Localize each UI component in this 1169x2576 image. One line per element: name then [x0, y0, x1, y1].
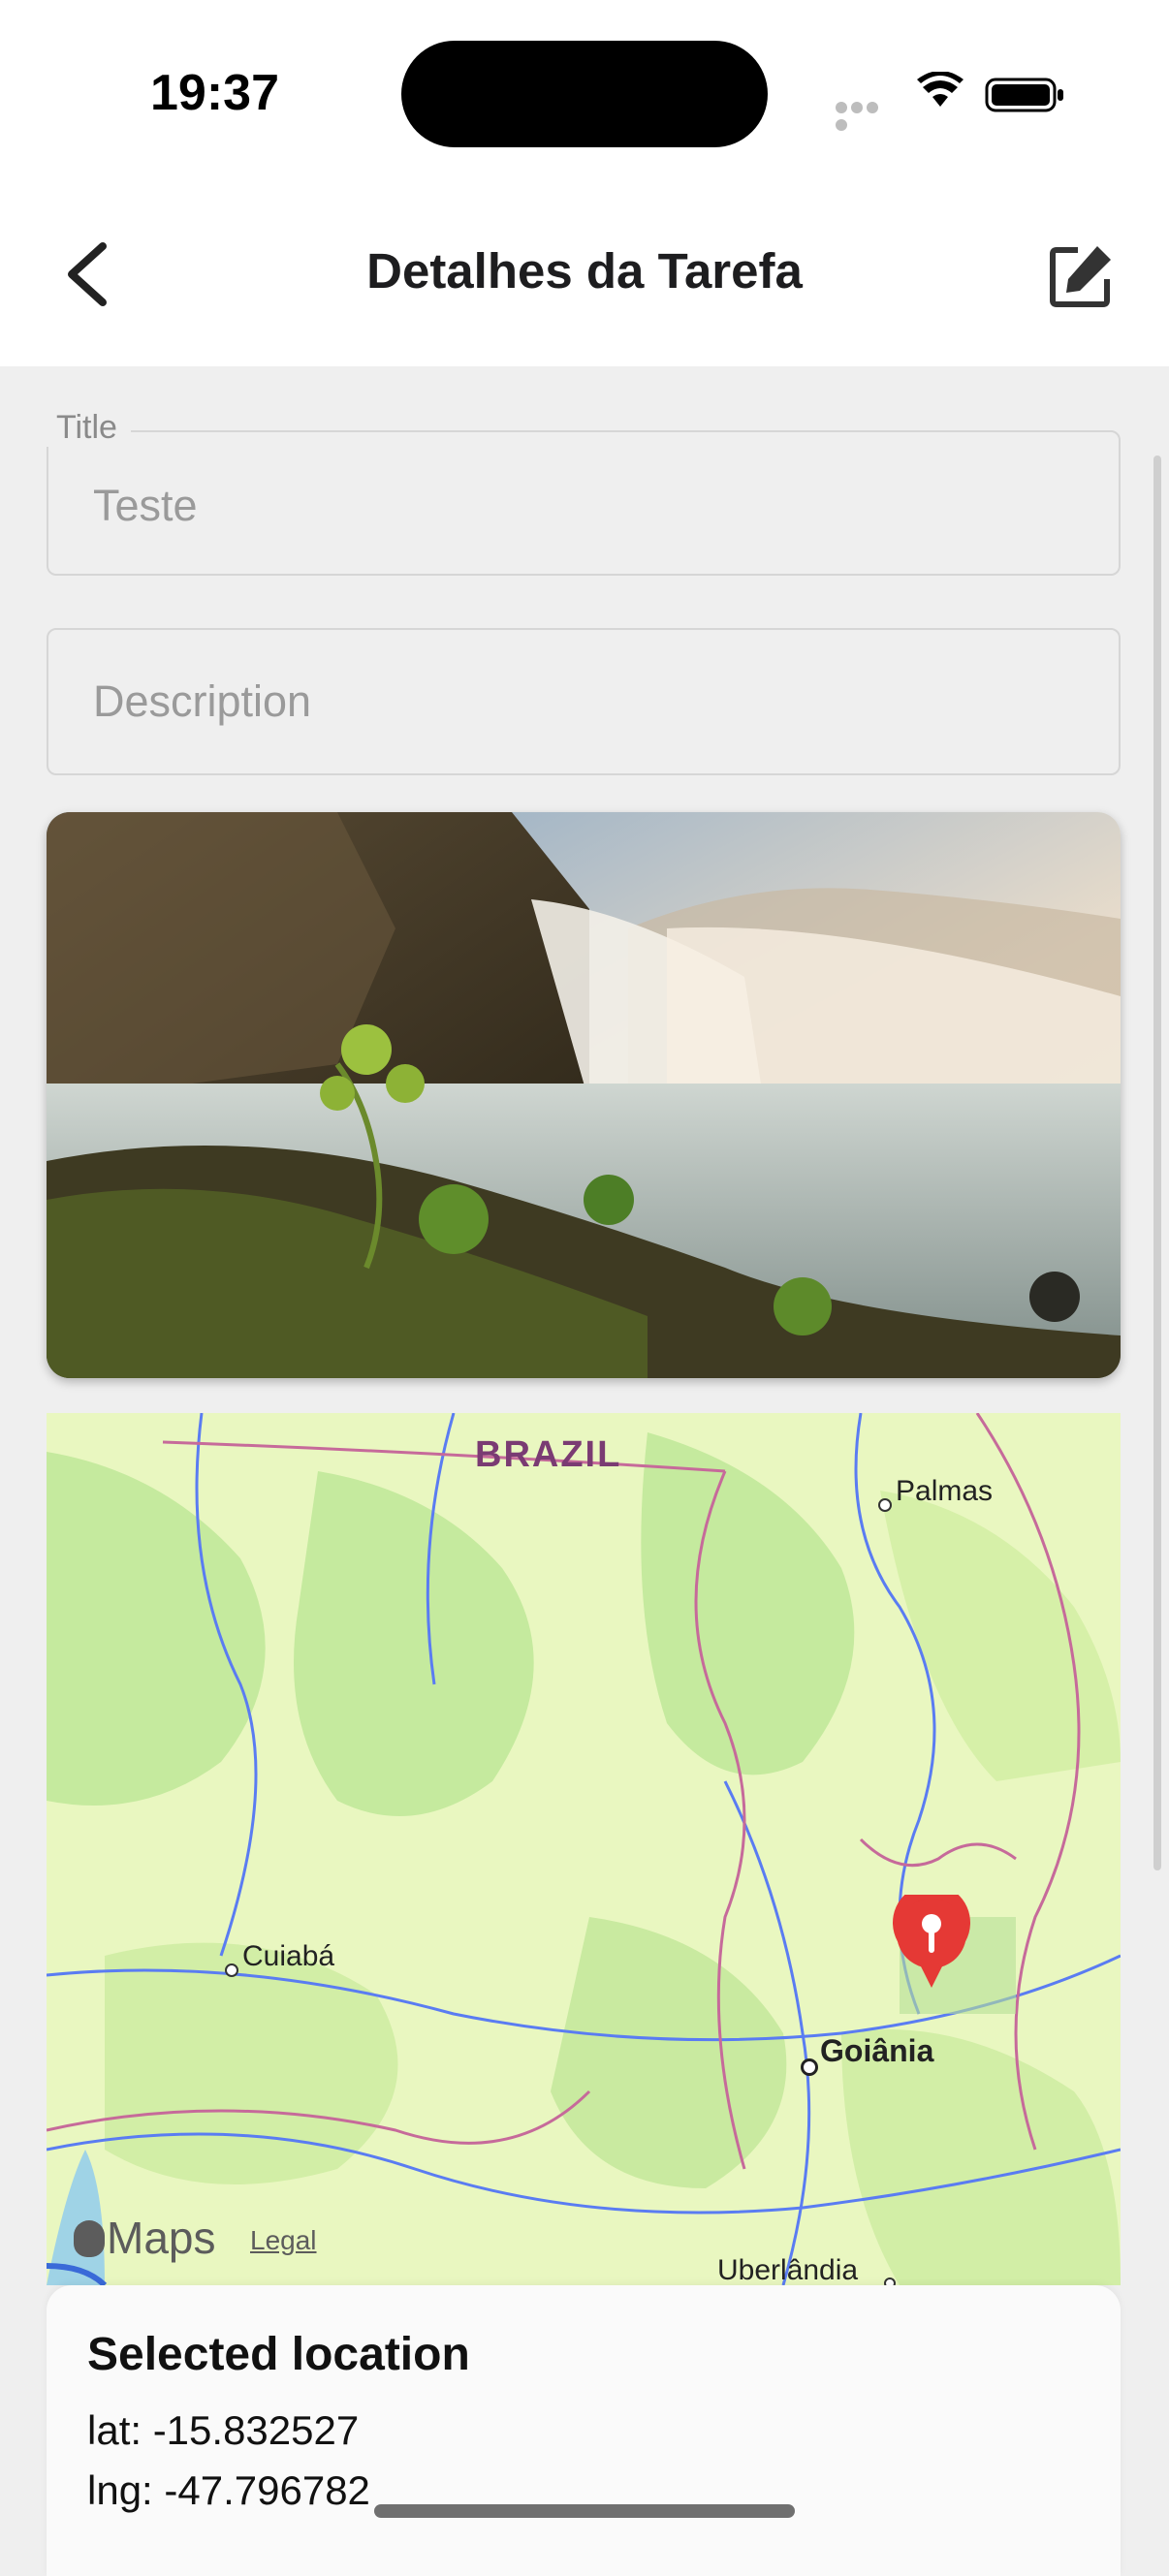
dynamic-island	[401, 41, 768, 147]
map-city-label: Uberlândia	[717, 2254, 859, 2286]
status-bar: 19:37	[0, 0, 1169, 184]
map-canvas	[47, 1413, 1121, 2285]
waterfall-image	[47, 812, 1121, 1378]
wifi-icon	[917, 72, 964, 107]
battery-icon	[985, 78, 1063, 112]
title-label: Title	[43, 409, 131, 447]
edit-icon	[1050, 246, 1111, 307]
apple-icon	[74, 2220, 105, 2257]
title-input-value[interactable]: Teste	[93, 481, 198, 531]
cellular-signal-icon	[836, 101, 896, 131]
edit-button[interactable]	[1045, 240, 1117, 312]
home-indicator[interactable]	[374, 2504, 795, 2518]
maps-logo: Maps	[74, 2212, 215, 2264]
description-input-placeholder[interactable]: Description	[93, 676, 311, 727]
legal-link[interactable]: Legal	[250, 2225, 317, 2256]
title-field[interactable]	[47, 430, 1121, 576]
page-title: Detalhes da Tarefa	[366, 243, 803, 298]
scrollbar[interactable]	[1153, 456, 1161, 1870]
map-view[interactable]	[47, 1413, 1121, 2285]
location-lat: lat: -15.832527	[87, 2407, 360, 2453]
map-country-label: BRAZIL	[475, 1434, 622, 1475]
map-city-label: Cuiabá	[242, 1940, 335, 1972]
location-lng: lng: -47.796782	[87, 2467, 370, 2513]
task-photo	[47, 812, 1121, 1378]
location-heading: Selected location	[87, 2329, 470, 2380]
maps-logo-text: Maps	[107, 2213, 216, 2263]
map-city-label: Palmas	[896, 1475, 994, 1507]
map-city-label: Goiânia	[820, 2033, 934, 2068]
map-pin-icon[interactable]	[890, 1895, 973, 1992]
status-time: 19:37	[150, 65, 279, 121]
